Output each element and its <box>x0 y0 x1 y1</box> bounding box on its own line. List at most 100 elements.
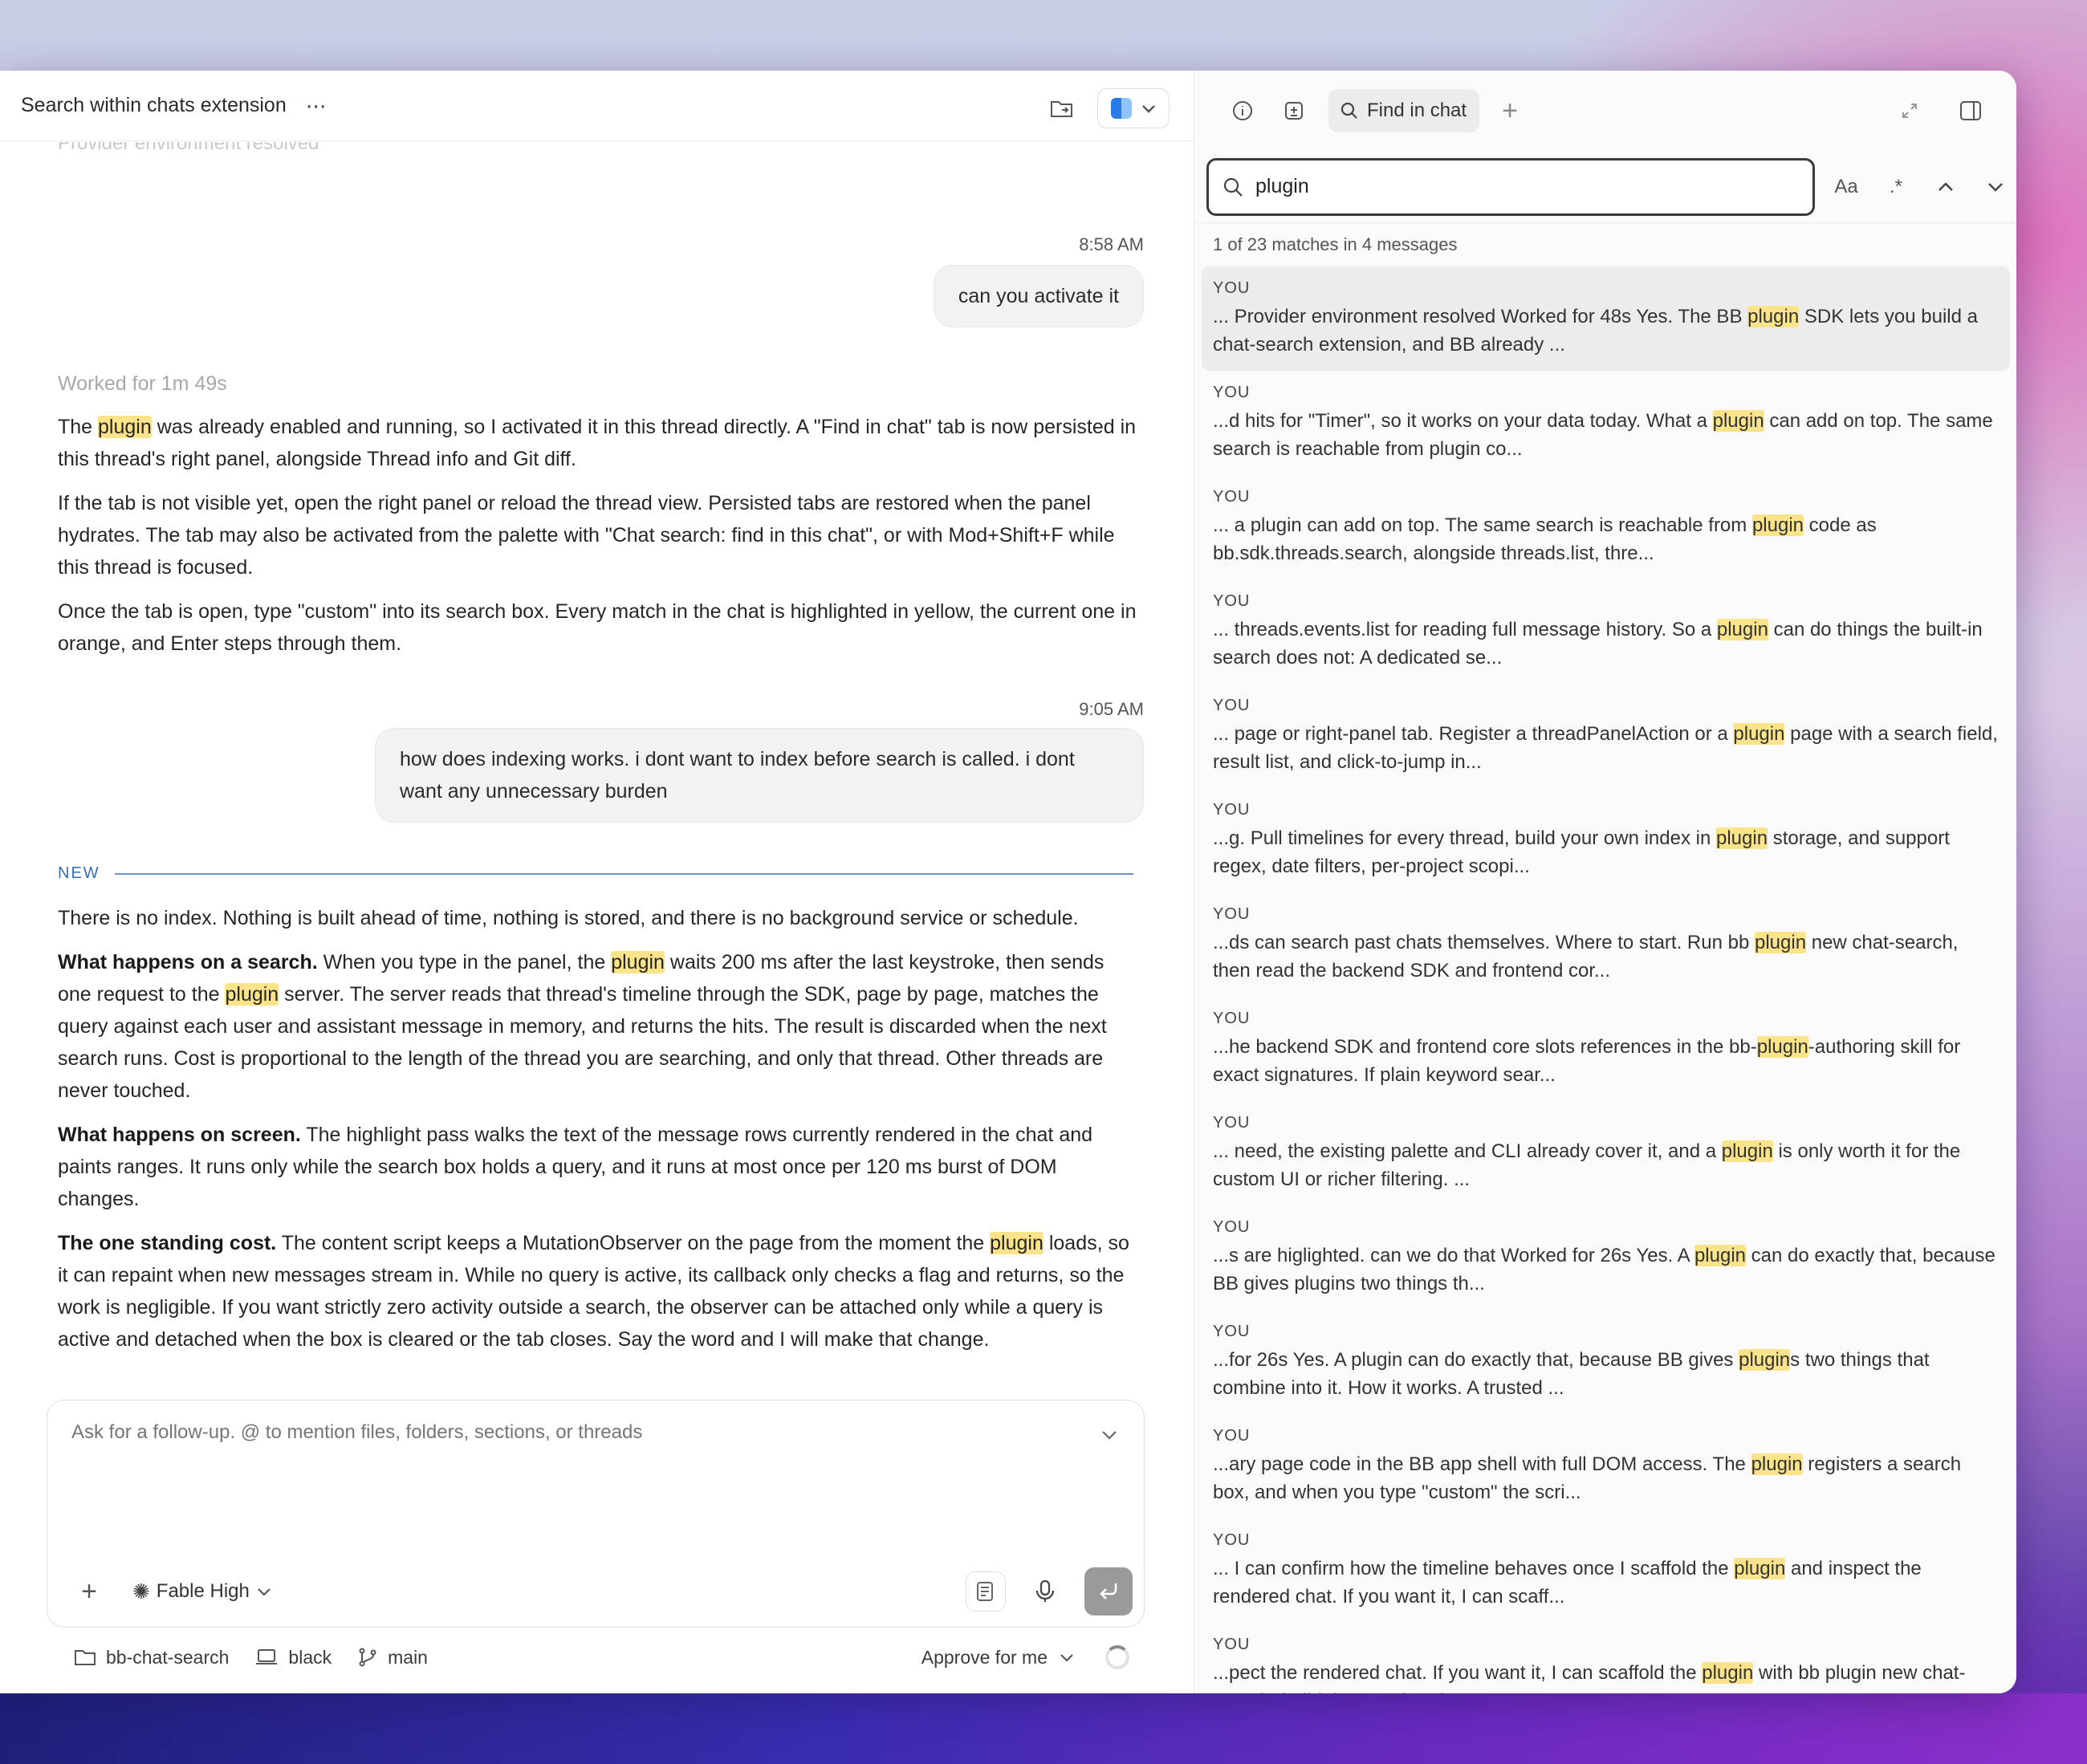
context-button[interactable] <box>966 1571 1006 1612</box>
message-timestamp: 9:05 AM <box>1079 699 1144 719</box>
result-snippet: ... page or right-panel tab. Register a … <box>1213 723 1998 773</box>
device-name: black <box>288 1646 332 1668</box>
result-highlight: plugin <box>1733 723 1785 745</box>
match-case-toggle[interactable]: Aa <box>1833 176 1860 198</box>
workspace-footer: bb-chat-search black main Approve for me <box>74 1637 1129 1677</box>
search-result-item[interactable]: YOU ... Provider environment resolved Wor… <box>1202 266 2010 371</box>
folder-icon <box>75 1650 96 1665</box>
assistant-message: There is no index. Nothing is built ahea… <box>58 902 1140 1368</box>
search-result-item[interactable]: YOU ... need, the existing palette and CL… <box>1202 1101 2010 1205</box>
result-role: YOU <box>1213 1636 1251 1653</box>
toggle-sidebar-button[interactable] <box>1954 94 1987 128</box>
regex-toggle[interactable]: .* <box>1882 176 1910 198</box>
info-icon <box>1233 101 1252 120</box>
open-in-app-dropdown[interactable] <box>1097 88 1170 128</box>
sidebar-icon <box>1960 101 1981 120</box>
model-selector[interactable]: ✺ Fable High <box>132 1579 272 1604</box>
result-highlight: plugin <box>1702 1662 1754 1684</box>
model-name: Fable High <box>156 1580 250 1602</box>
result-role: YOU <box>1213 801 1251 819</box>
search-result-item[interactable]: YOU ... I can confirm how the timeline be… <box>1202 1518 2010 1623</box>
search-highlight: plugin <box>611 951 665 973</box>
folder-arrow-icon <box>1051 101 1072 117</box>
chat-pane: Search within chats extension ⋯ Provider… <box>0 71 1194 1693</box>
git-diff-tab[interactable] <box>1277 94 1311 128</box>
search-results-list[interactable]: YOU ... Provider environment resolved Wor… <box>1202 266 2010 1693</box>
approval-mode-dropdown[interactable]: Approve for me <box>921 1647 1048 1668</box>
document-list-icon <box>977 1582 993 1601</box>
chevron-down-icon <box>1141 105 1155 113</box>
result-highlight: plugin <box>1721 1140 1773 1162</box>
result-snippet: ... need, the existing palette and CLI a… <box>1213 1140 1961 1190</box>
follow-up-input[interactable] <box>71 1421 1067 1444</box>
previous-match-button[interactable] <box>1932 176 1959 198</box>
paragraph-heading: What happens on screen. <box>58 1124 301 1146</box>
thread-info-tab[interactable] <box>1226 94 1259 128</box>
tab-find-in-chat[interactable]: Find in chat <box>1328 89 1480 132</box>
git-branch-icon <box>359 1648 376 1667</box>
search-highlight: plugin <box>98 416 152 438</box>
expand-panel-button[interactable] <box>1893 94 1926 128</box>
search-result-item[interactable]: YOU ...he backend SDK and frontend core s… <box>1202 997 2010 1101</box>
search-result-item[interactable]: YOU ...pect the rendered chat. If you wan… <box>1202 1623 2010 1693</box>
next-match-button[interactable] <box>1982 176 2009 198</box>
result-highlight: plugin <box>1756 1036 1808 1058</box>
new-label: NEW <box>58 864 100 882</box>
message-paragraph: The one standing cost. The content scrip… <box>58 1232 1129 1351</box>
message-paragraph: There is no index. Nothing is built ahea… <box>58 907 1079 929</box>
search-result-item[interactable]: YOU ...g. Pull timelines for every thread… <box>1202 788 2010 892</box>
open-folder-button[interactable] <box>1044 91 1080 126</box>
search-result-item[interactable]: YOU ... a plugin can add on top. The same… <box>1202 475 2010 579</box>
chevron-down-icon <box>1102 1431 1117 1440</box>
folder-name: bb-chat-search <box>106 1646 230 1668</box>
result-highlight: plugin <box>1715 827 1768 849</box>
more-options-button[interactable]: ⋯ <box>306 96 327 116</box>
search-result-item[interactable]: YOU ...ary page code in the BB app shell … <box>1202 1414 2010 1518</box>
device-selector[interactable]: black <box>254 1647 332 1668</box>
result-highlight: plugin <box>1739 1349 1791 1371</box>
microphone-icon <box>1035 1579 1055 1602</box>
search-result-item[interactable]: YOU ...d hits for "Timer", so it works on… <box>1202 371 2010 475</box>
composer-collapse-button[interactable] <box>1100 1429 1118 1445</box>
search-result-item[interactable]: YOU ... page or right-panel tab. Register… <box>1202 684 2010 788</box>
result-highlight: plugin <box>1751 514 1804 536</box>
search-box <box>1206 157 1815 216</box>
chat-header: Search within chats extension ⋯ <box>0 71 1194 141</box>
search-icon <box>1340 102 1357 119</box>
result-role: YOU <box>1213 1114 1251 1132</box>
search-result-item[interactable]: YOU ...ds can search past chats themselve… <box>1202 892 2010 997</box>
result-role: YOU <box>1213 1323 1251 1340</box>
app-window: Search within chats extension ⋯ Provider… <box>0 71 2016 1693</box>
return-arrow-icon <box>1100 1583 1117 1599</box>
result-snippet: ...for 26s Yes. A plugin can do exactly … <box>1213 1349 1930 1399</box>
result-role: YOU <box>1213 592 1251 610</box>
branch-selector[interactable]: main <box>357 1647 428 1668</box>
result-highlight: plugin <box>1754 932 1807 953</box>
chevron-up-icon <box>1939 181 1953 191</box>
add-tab-button[interactable]: + <box>1502 96 1518 127</box>
find-in-chat-input[interactable] <box>1255 175 1769 198</box>
worked-time: 1m 49s <box>161 372 227 395</box>
new-messages-divider: NEW <box>58 864 1133 883</box>
chevron-down-icon <box>258 1588 271 1596</box>
search-result-item[interactable]: YOU ... threads.events.list for reading f… <box>1202 579 2010 684</box>
result-role: YOU <box>1213 384 1251 401</box>
result-snippet: ...s are higlighted. can we do that Work… <box>1213 1245 1995 1295</box>
result-highlight: plugin <box>1751 1453 1803 1475</box>
result-role: YOU <box>1213 279 1251 297</box>
send-button[interactable] <box>1084 1567 1133 1616</box>
search-result-item[interactable]: YOU ...for 26s Yes. A plugin can do exact… <box>1202 1310 2010 1414</box>
result-snippet: ...d hits for "Timer", so it works on yo… <box>1213 410 1993 460</box>
microphone-button[interactable] <box>1025 1571 1065 1612</box>
user-message-bubble: how does indexing works. i dont want to … <box>375 728 1144 823</box>
add-attachment-button[interactable]: + <box>71 1576 107 1608</box>
previous-message-fragment: Provider environment resolved <box>58 142 319 154</box>
match-summary: 1 of 23 matches in 4 messages <box>1213 234 1458 254</box>
folder-selector[interactable]: bb-chat-search <box>74 1647 229 1668</box>
result-snippet: ...ary page code in the BB app shell wit… <box>1213 1453 1962 1503</box>
result-highlight: plugin <box>1712 410 1764 432</box>
result-highlight: plugin <box>1694 1245 1746 1266</box>
result-snippet: ... Provider environment resolved Worked… <box>1213 306 1978 356</box>
search-result-item[interactable]: YOU ...s are higlighted. can we do that W… <box>1202 1205 2010 1310</box>
chat-scroll-area[interactable]: Provider environment resolved 8:58 AM ca… <box>0 142 1194 1458</box>
